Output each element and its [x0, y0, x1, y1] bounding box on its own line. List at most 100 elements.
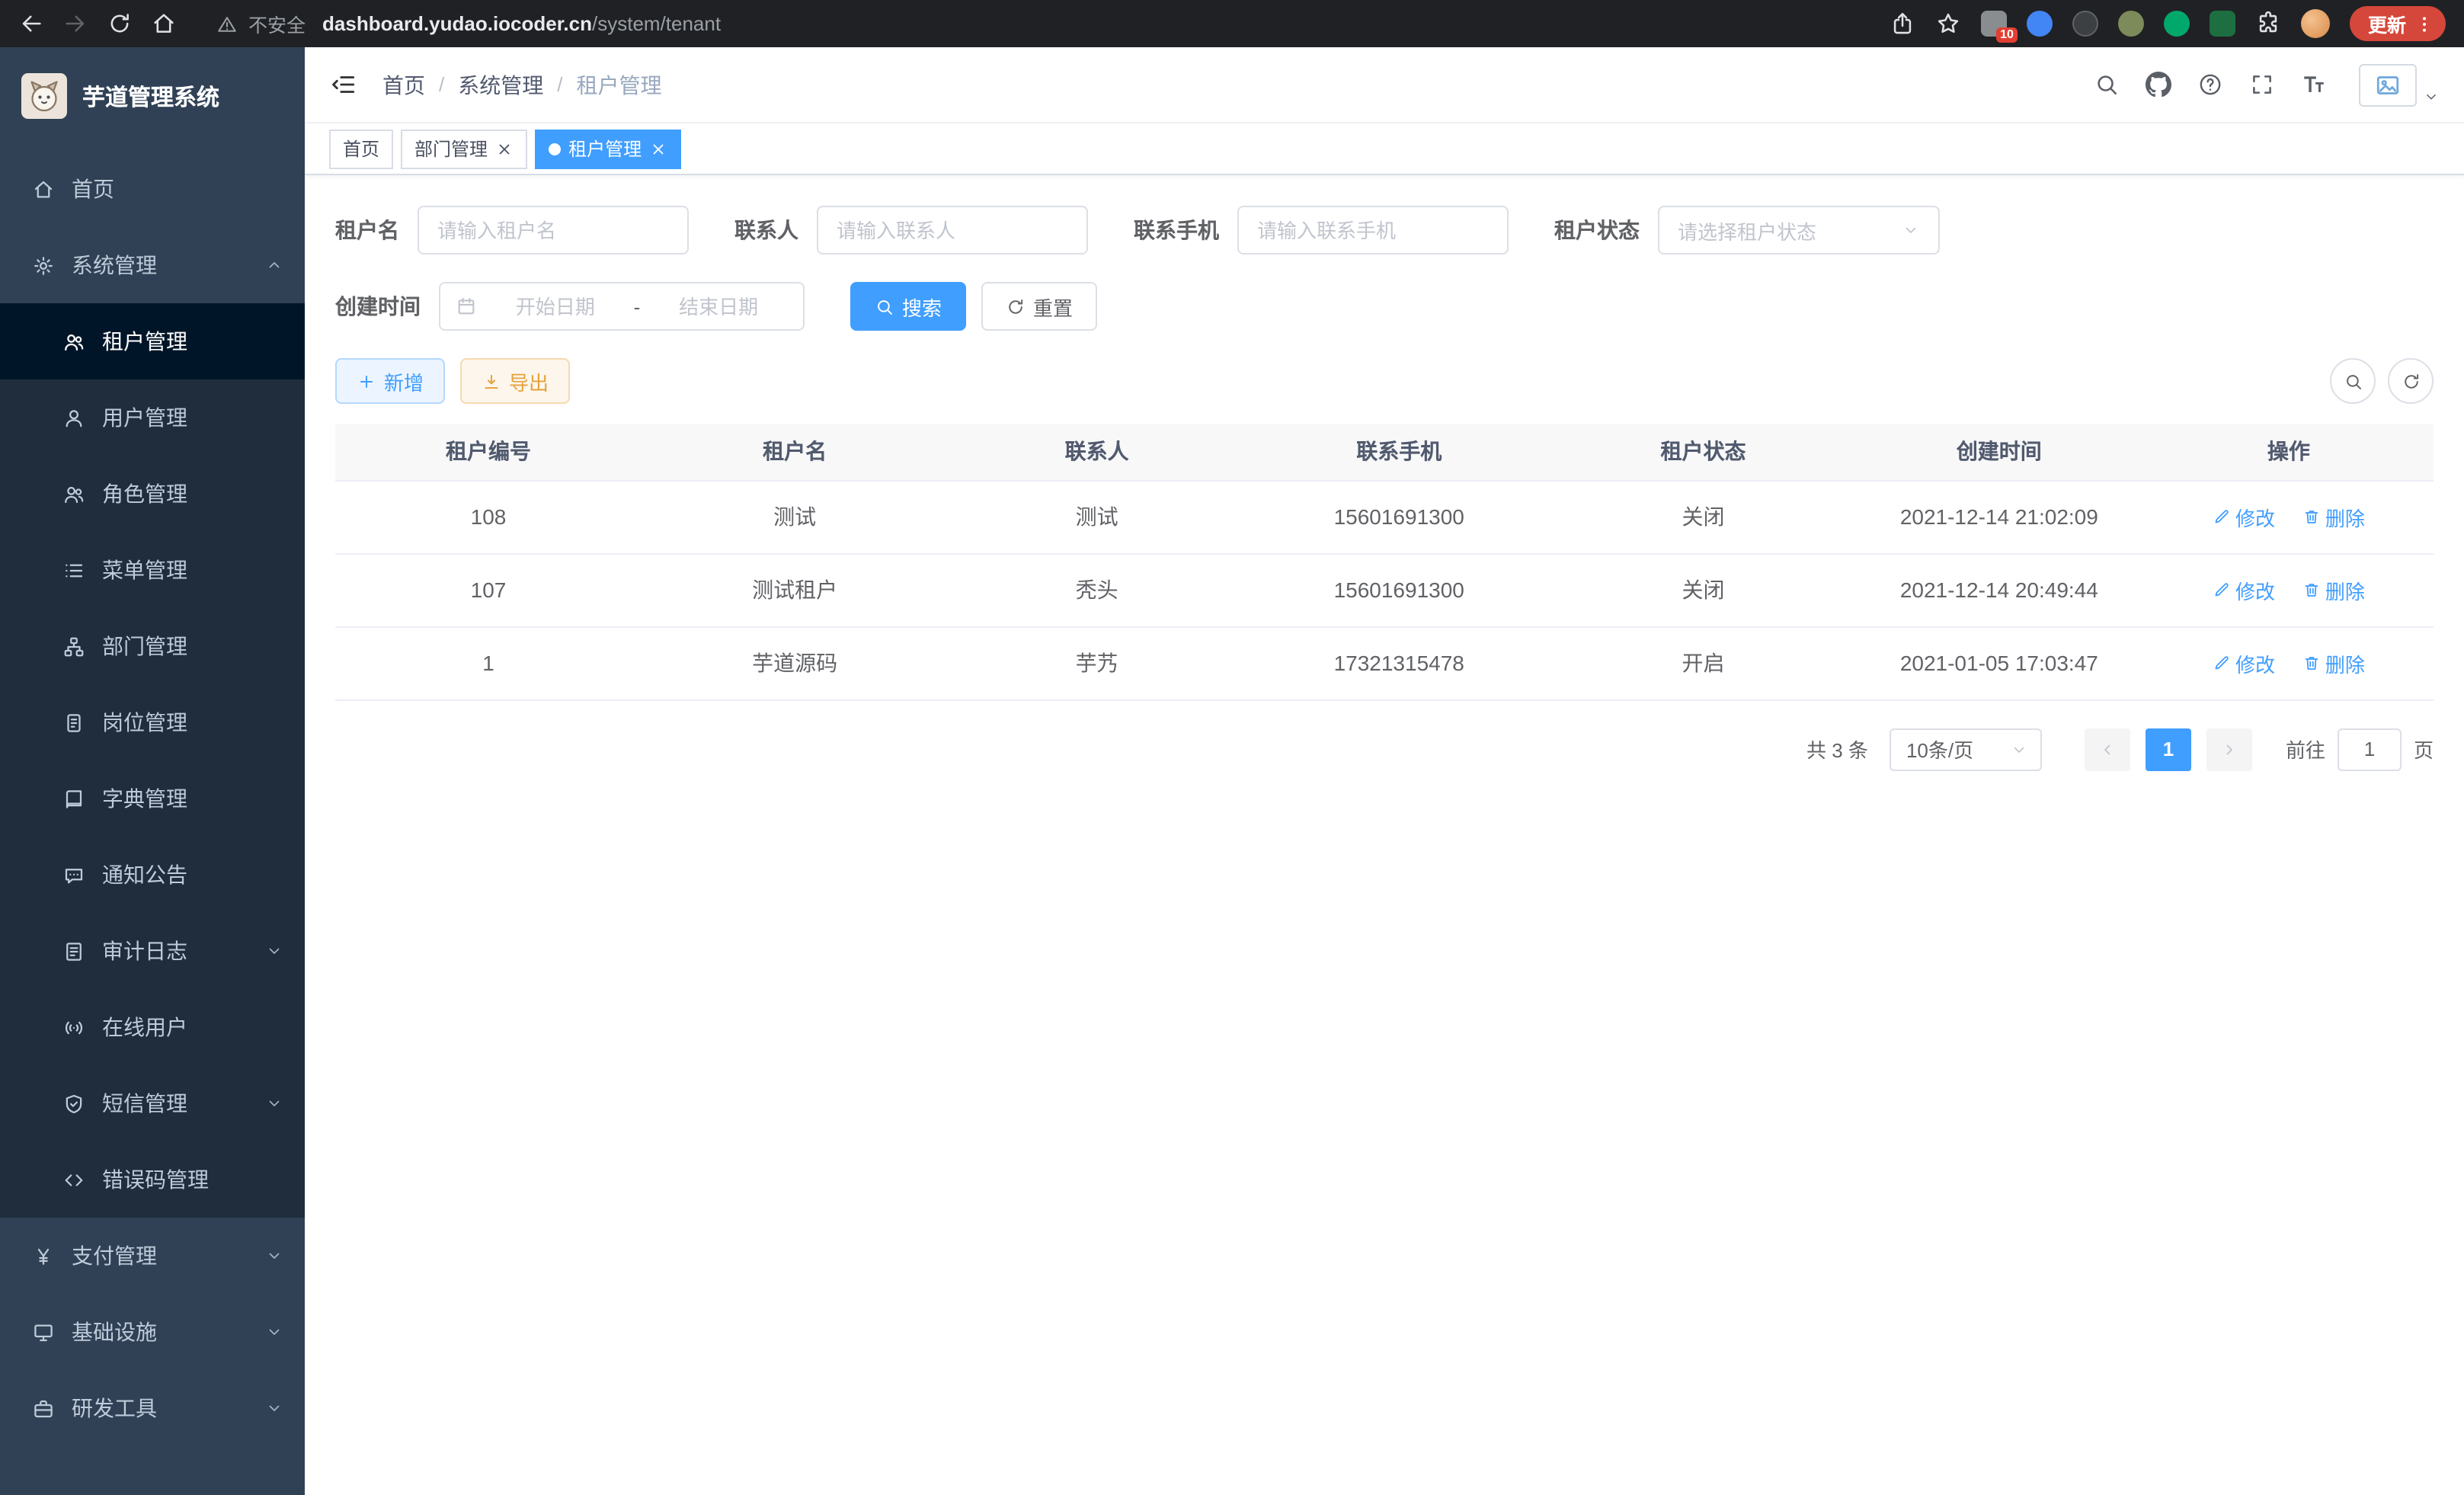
goto-page-input[interactable] — [2338, 728, 2402, 770]
list-icon — [62, 559, 85, 581]
extension-icon-1[interactable]: 10 — [1981, 11, 2007, 37]
refresh-table-button[interactable] — [2388, 358, 2434, 404]
sidebar-item-home[interactable]: 首页 — [0, 151, 305, 227]
export-button[interactable]: 导出 — [460, 358, 570, 404]
prev-page-button[interactable] — [2085, 728, 2130, 770]
tab-label: 部门管理 — [414, 136, 488, 162]
sidebar-item-error-code[interactable]: 错误码管理 — [0, 1141, 305, 1218]
browser-update-button[interactable]: 更新 — [2350, 6, 2446, 41]
close-icon[interactable] — [495, 139, 514, 158]
delete-button[interactable]: 删除 — [2302, 502, 2365, 531]
active-dot — [549, 142, 561, 155]
search-button[interactable]: 搜索 — [850, 282, 966, 331]
sidebar-item-post[interactable]: 岗位管理 — [0, 684, 305, 760]
sidebar-item-system[interactable]: 系统管理 — [0, 227, 305, 303]
tab-dept[interactable]: 部门管理 — [401, 129, 527, 168]
tenant-status-select[interactable]: 请选择租户状态 — [1658, 206, 1940, 255]
browser-right-controls: 10 更新 — [1890, 6, 2446, 41]
search-icon[interactable] — [2094, 72, 2120, 98]
extension-icon-5[interactable] — [2164, 11, 2190, 37]
sidebar-item-tenant[interactable]: 租户管理 — [0, 303, 305, 379]
page-size-select[interactable]: 10条/页 — [1890, 728, 2042, 770]
edit-button[interactable]: 修改 — [2213, 648, 2275, 677]
extension-icon-2[interactable] — [2027, 11, 2053, 37]
github-icon[interactable] — [2146, 72, 2171, 98]
user-menu[interactable] — [2359, 63, 2440, 106]
edit-button[interactable]: 修改 — [2213, 575, 2275, 604]
phone-input[interactable] — [1257, 219, 1489, 242]
status-placeholder: 请选择租户状态 — [1678, 216, 1816, 245]
home-icon — [32, 178, 55, 200]
kebab-menu-icon[interactable] — [2414, 13, 2435, 34]
sidebar: 芋道管理系统 首页 系统管理 租户管理 用户管理 — [0, 47, 305, 1495]
browser-chrome: 不安全 dashboard.yudao.iocoder.cn/system/te… — [0, 0, 2464, 47]
refresh-icon — [2401, 371, 2421, 391]
tenant-name-item: 租户名 — [335, 206, 689, 255]
extensions-puzzle-icon[interactable] — [2255, 11, 2281, 37]
close-icon[interactable] — [649, 139, 667, 158]
sidebar-item-role[interactable]: 角色管理 — [0, 456, 305, 532]
browser-profile-avatar[interactable] — [2301, 9, 2330, 38]
table-header-row: 租户编号 租户名 联系人 联系手机 租户状态 创建时间 操作 — [335, 424, 2434, 480]
export-button-label: 导出 — [509, 367, 549, 395]
table-row: 107 测试租户 秃头 15601691300 关闭 2021-12-14 20… — [335, 553, 2434, 626]
delete-label: 删除 — [2325, 502, 2365, 531]
cell-contact: 芋艿 — [948, 626, 1246, 699]
browser-back-icon[interactable] — [18, 11, 44, 37]
font-size-icon[interactable] — [2301, 72, 2327, 98]
sidebar-item-label: 错误码管理 — [102, 1164, 209, 1195]
tab-tenant[interactable]: 租户管理 — [535, 129, 681, 168]
tenant-name-input[interactable] — [437, 219, 669, 242]
date-end-input[interactable] — [649, 295, 788, 318]
edit-button[interactable]: 修改 — [2213, 502, 2275, 531]
user-avatar[interactable] — [2359, 63, 2417, 106]
add-button[interactable]: 新增 — [335, 358, 445, 404]
phone-label: 联系手机 — [1134, 215, 1237, 245]
extension-icon-4[interactable] — [2118, 11, 2144, 37]
sidebar-item-dev-tools[interactable]: 研发工具 — [0, 1370, 305, 1446]
user-icon — [62, 406, 85, 429]
breadcrumb-home[interactable]: 首页 — [382, 69, 425, 100]
delete-button[interactable]: 删除 — [2302, 648, 2365, 677]
toggle-search-button[interactable] — [2330, 358, 2376, 404]
edit-label: 修改 — [2235, 575, 2275, 604]
update-label: 更新 — [2368, 9, 2406, 38]
extension-icon-3[interactable] — [2072, 11, 2098, 37]
help-icon[interactable] — [2197, 72, 2223, 98]
navbar-right — [2094, 63, 2440, 106]
page-size-value: 10条/页 — [1906, 735, 1973, 764]
share-icon[interactable] — [1890, 11, 1915, 37]
browser-home-icon[interactable] — [151, 11, 177, 37]
fullscreen-icon[interactable] — [2249, 72, 2275, 98]
breadcrumb-system[interactable]: 系统管理 — [458, 69, 543, 100]
app-logo[interactable]: 芋道管理系统 — [0, 47, 305, 145]
sidebar-item-menu[interactable]: 菜单管理 — [0, 532, 305, 608]
next-page-button[interactable] — [2206, 728, 2252, 770]
sidebar-item-infra[interactable]: 基础设施 — [0, 1294, 305, 1370]
address-bar[interactable]: 不安全 dashboard.yudao.iocoder.cn/system/te… — [216, 9, 1871, 38]
browser-refresh-icon[interactable] — [107, 11, 133, 37]
sidebar-item-notice[interactable]: 通知公告 — [0, 837, 305, 913]
breadcrumb-current: 租户管理 — [577, 69, 662, 100]
date-range-picker[interactable]: - — [439, 282, 805, 331]
extension-icon-6[interactable] — [2210, 11, 2235, 37]
document-icon — [62, 940, 85, 962]
sidebar-fold-icon[interactable] — [329, 70, 358, 99]
delete-button[interactable]: 删除 — [2302, 575, 2365, 604]
sidebar-item-audit-log[interactable]: 审计日志 — [0, 913, 305, 989]
sidebar-item-user[interactable]: 用户管理 — [0, 379, 305, 456]
sidebar-item-pay[interactable]: 支付管理 — [0, 1218, 305, 1294]
sidebar-item-dict[interactable]: 字典管理 — [0, 760, 305, 837]
sidebar-item-online-user[interactable]: 在线用户 — [0, 989, 305, 1065]
page-number-1[interactable]: 1 — [2146, 728, 2191, 770]
sidebar-item-sms[interactable]: 短信管理 — [0, 1065, 305, 1141]
reset-button[interactable]: 重置 — [981, 282, 1097, 331]
sidebar-item-dept[interactable]: 部门管理 — [0, 608, 305, 684]
contact-input[interactable] — [837, 219, 1068, 242]
badge-icon — [62, 711, 85, 734]
breadcrumb-separator: / — [439, 73, 444, 96]
browser-forward-icon[interactable] — [62, 11, 88, 37]
date-start-input[interactable] — [486, 295, 625, 318]
bookmark-star-icon[interactable] — [1935, 11, 1961, 37]
tab-home[interactable]: 首页 — [329, 129, 393, 168]
